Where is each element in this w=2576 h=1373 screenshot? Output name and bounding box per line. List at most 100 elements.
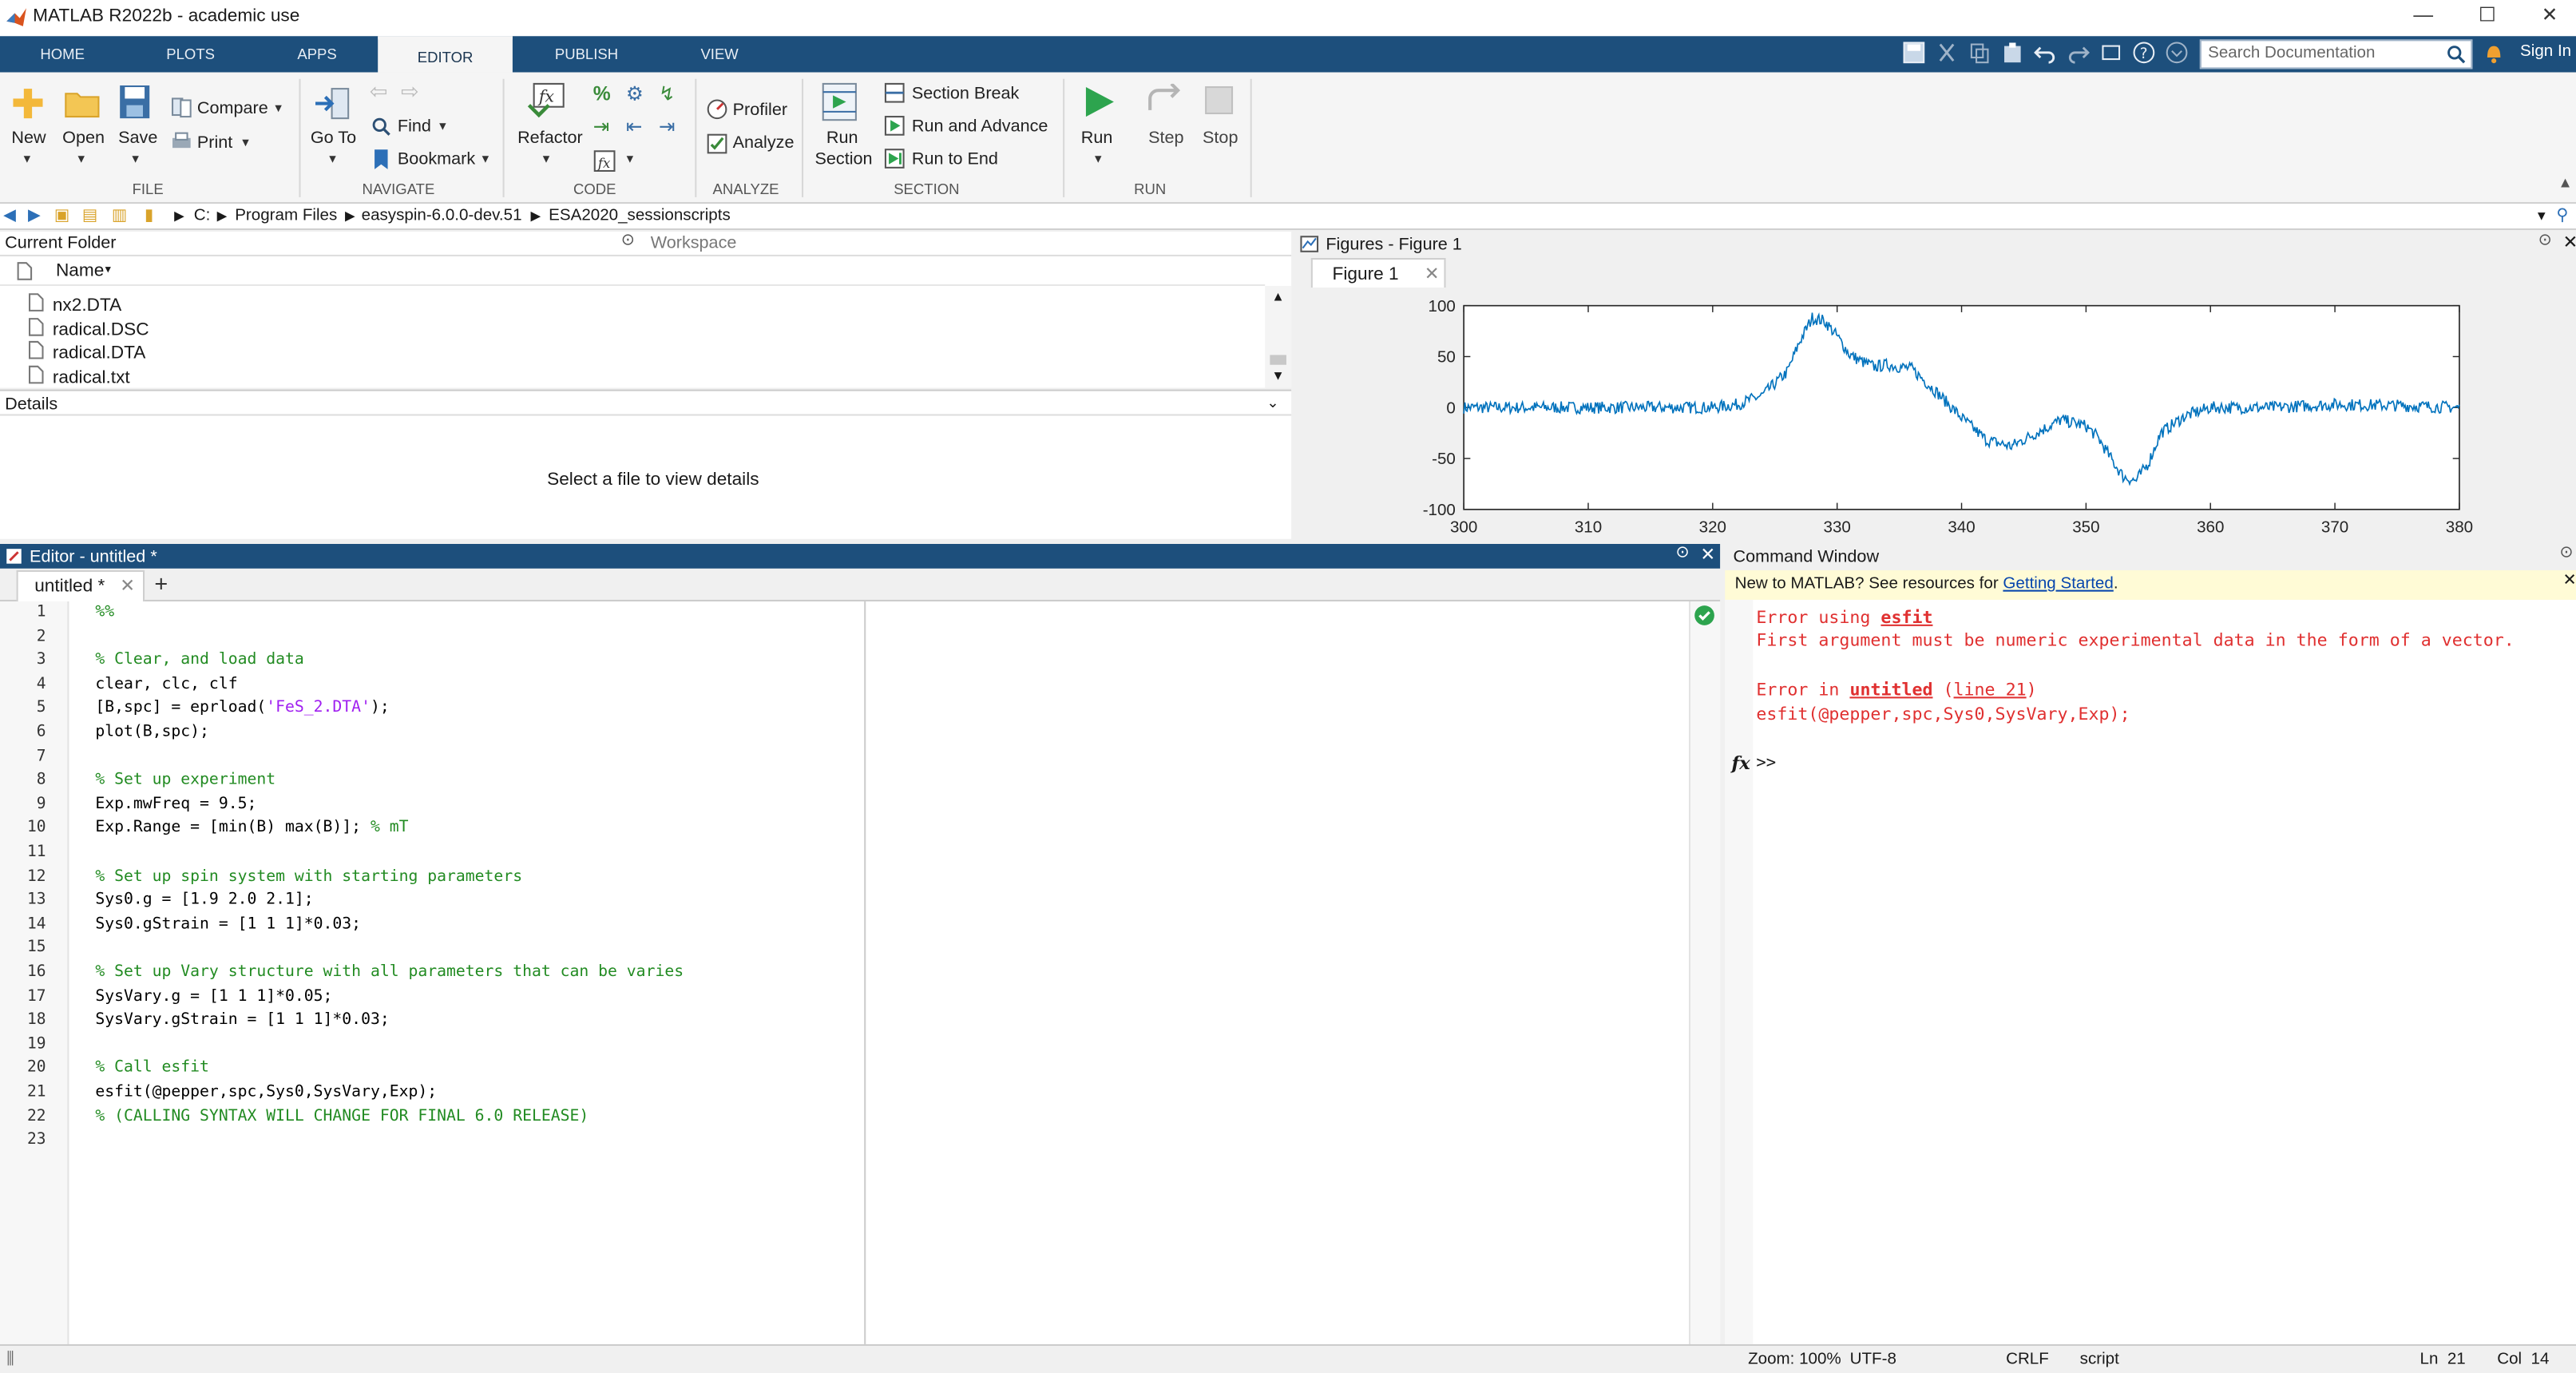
file-name[interactable]: nx2.DTA: [53, 296, 121, 315]
address-bar[interactable]: ◀ ▶ ▣ ▤ ▥ ▮ ▶ C: ▶ Program Files ▶ easys…: [0, 204, 2576, 231]
goto-icon[interactable]: [312, 85, 351, 121]
sign-in-link[interactable]: Sign In: [2520, 42, 2571, 61]
profiler-button[interactable]: Profiler: [733, 101, 787, 121]
comment-icon[interactable]: %: [593, 82, 611, 105]
run-and-advance-button[interactable]: Run and Advance: [912, 117, 1048, 137]
code-line[interactable]: % Set up experiment: [95, 771, 275, 789]
search-folder-icon[interactable]: ⚲: [2556, 207, 2568, 225]
code-line[interactable]: % Set up Vary structure with all paramet…: [95, 963, 684, 982]
analyze-icon[interactable]: [707, 133, 728, 155]
code-line[interactable]: clear, clc, clf: [95, 675, 237, 693]
increase-indent-icon[interactable]: ⇥: [659, 115, 676, 138]
open-folder-icon[interactable]: [64, 87, 100, 120]
code-line[interactable]: Exp.mwFreq = 9.5;: [95, 795, 256, 813]
minimize-button[interactable]: —: [2399, 3, 2448, 30]
code-line[interactable]: plot(B,spc);: [95, 723, 209, 741]
close-window-button[interactable]: ✕: [2525, 3, 2574, 30]
new-dropdown-arrow[interactable]: ▼: [22, 154, 33, 165]
refactor-dropdown-arrow[interactable]: ▼: [541, 154, 552, 165]
chevron-down-icon[interactable]: ⌄: [1266, 395, 1279, 413]
getting-started-link[interactable]: Getting Started: [2003, 575, 2113, 593]
open-button[interactable]: Open: [62, 128, 105, 148]
cut-icon[interactable]: [1936, 41, 1959, 64]
wrap-comments-icon[interactable]: ↯: [659, 82, 676, 105]
code-line[interactable]: SysVary.gStrain = [1 1 1]*0.03;: [95, 1011, 389, 1030]
scroll-down-icon[interactable]: ▼: [1271, 368, 1284, 383]
stop-icon[interactable]: [1204, 85, 1234, 115]
collapse-ribbon-icon[interactable]: ▲: [2558, 174, 2572, 191]
close-figures-icon[interactable]: ✕: [2563, 232, 2576, 253]
print-icon[interactable]: [171, 132, 192, 153]
run-button[interactable]: Run: [1081, 128, 1113, 148]
tab-figure-1[interactable]: Figure 1 ✕: [1310, 258, 1446, 288]
find-button[interactable]: Find: [398, 117, 431, 137]
code-line[interactable]: %%: [95, 603, 114, 621]
bookmark-icon[interactable]: [371, 148, 391, 171]
back-arrow-icon[interactable]: ⇦: [370, 79, 387, 105]
run-to-end-icon[interactable]: [884, 148, 906, 169]
code-line[interactable]: [B,spc] = eprload('FeS_2.DTA');: [95, 699, 389, 717]
code-line[interactable]: SysVary.g = [1 1 1]*0.05;: [95, 987, 332, 1006]
code-line[interactable]: % (CALLING SYNTAX WILL CHANGE FOR FINAL …: [95, 1107, 589, 1125]
help-icon[interactable]: ?: [2133, 41, 2156, 64]
path-segment-easyspin[interactable]: easyspin-6.0.0-dev.51: [362, 207, 522, 225]
code-line[interactable]: % Clear, and load data: [95, 651, 303, 669]
find-dropdown-arrow[interactable]: ▼: [437, 121, 448, 133]
file-name[interactable]: radical.DSC: [53, 320, 149, 340]
browse-folder-icon[interactable]: ▤: [82, 207, 97, 225]
save-disk-icon[interactable]: [118, 84, 151, 120]
analyze-button[interactable]: Analyze: [733, 133, 795, 153]
path-segment-session-scripts[interactable]: ESA2020_sessionscripts: [549, 207, 731, 225]
back-icon[interactable]: ◀: [3, 207, 16, 225]
code-line[interactable]: Sys0.g = [1.9 2.0 2.1];: [95, 891, 313, 909]
paste-icon[interactable]: [2001, 41, 2024, 64]
compare-icon[interactable]: [171, 97, 192, 118]
dropdown-icon[interactable]: [2166, 41, 2189, 64]
workspace-tab[interactable]: Workspace: [651, 233, 737, 253]
code-line[interactable]: esfit(@pepper,spc,Sys0,SysVary,Exp);: [95, 1083, 437, 1101]
refactor-icon[interactable]: fx: [524, 82, 566, 121]
undo-icon[interactable]: [2034, 41, 2057, 64]
run-and-advance-icon[interactable]: [884, 115, 906, 137]
run-section-icon[interactable]: [822, 82, 858, 121]
code-line[interactable]: % Set up spin system with starting param…: [95, 867, 522, 885]
scroll-up-icon[interactable]: ▲: [1271, 289, 1284, 304]
file-list-scrollbar[interactable]: ▲ ▼: [1265, 285, 1292, 388]
panel-actions-icon[interactable]: ⊙: [1676, 544, 1690, 562]
plot-axes[interactable]: 300 310 320 330 340 350 360 370 380 100 50 0 -50 -100: [1294, 289, 2576, 539]
up-folder-icon[interactable]: ▣: [54, 207, 69, 225]
search-icon[interactable]: [2446, 45, 2466, 65]
step-button[interactable]: Step: [1148, 128, 1183, 148]
path-segment-program-files[interactable]: Program Files: [235, 207, 337, 225]
details-header[interactable]: Details ⌄: [0, 389, 1292, 416]
section-break-button[interactable]: Section Break: [912, 84, 1020, 104]
line-21-link[interactable]: line 21: [1954, 681, 2027, 700]
compare-dropdown-arrow[interactable]: ▼: [273, 104, 284, 115]
esfit-error-link[interactable]: esfit: [1880, 608, 1932, 628]
print-button[interactable]: Print: [197, 133, 232, 153]
stop-button[interactable]: Stop: [1203, 128, 1238, 148]
step-icon[interactable]: [1145, 83, 1184, 120]
path-dropdown-icon[interactable]: ▼: [2535, 208, 2548, 224]
tab-view[interactable]: VIEW: [677, 36, 763, 72]
forward-icon[interactable]: ▶: [28, 207, 41, 225]
no-issues-check-icon[interactable]: [1694, 605, 1715, 626]
scroll-thumb[interactable]: [1270, 355, 1286, 365]
path-segment-drive[interactable]: C:: [194, 207, 211, 225]
switch-windows-icon[interactable]: [2099, 41, 2122, 64]
tab-untitled[interactable]: untitled * ✕: [16, 569, 145, 602]
add-tab-button[interactable]: +: [154, 570, 168, 597]
tab-editor[interactable]: EDITOR: [378, 36, 513, 73]
section-break-icon[interactable]: [884, 82, 906, 104]
compare-button[interactable]: Compare: [197, 98, 268, 118]
file-name[interactable]: radical.txt: [53, 368, 130, 388]
close-tab-icon[interactable]: ✕: [120, 575, 135, 597]
close-editor-icon[interactable]: ✕: [1700, 544, 1715, 565]
panel-actions-icon[interactable]: ⊙: [2559, 544, 2573, 562]
bookmark-dropdown-arrow[interactable]: ▼: [480, 154, 491, 165]
save-dropdown-arrow[interactable]: ▼: [130, 154, 141, 165]
run-icon[interactable]: [1081, 84, 1117, 120]
profiler-icon[interactable]: [707, 98, 728, 120]
untitled-error-link[interactable]: untitled: [1849, 681, 1932, 700]
file-name[interactable]: radical.DTA: [53, 343, 146, 363]
